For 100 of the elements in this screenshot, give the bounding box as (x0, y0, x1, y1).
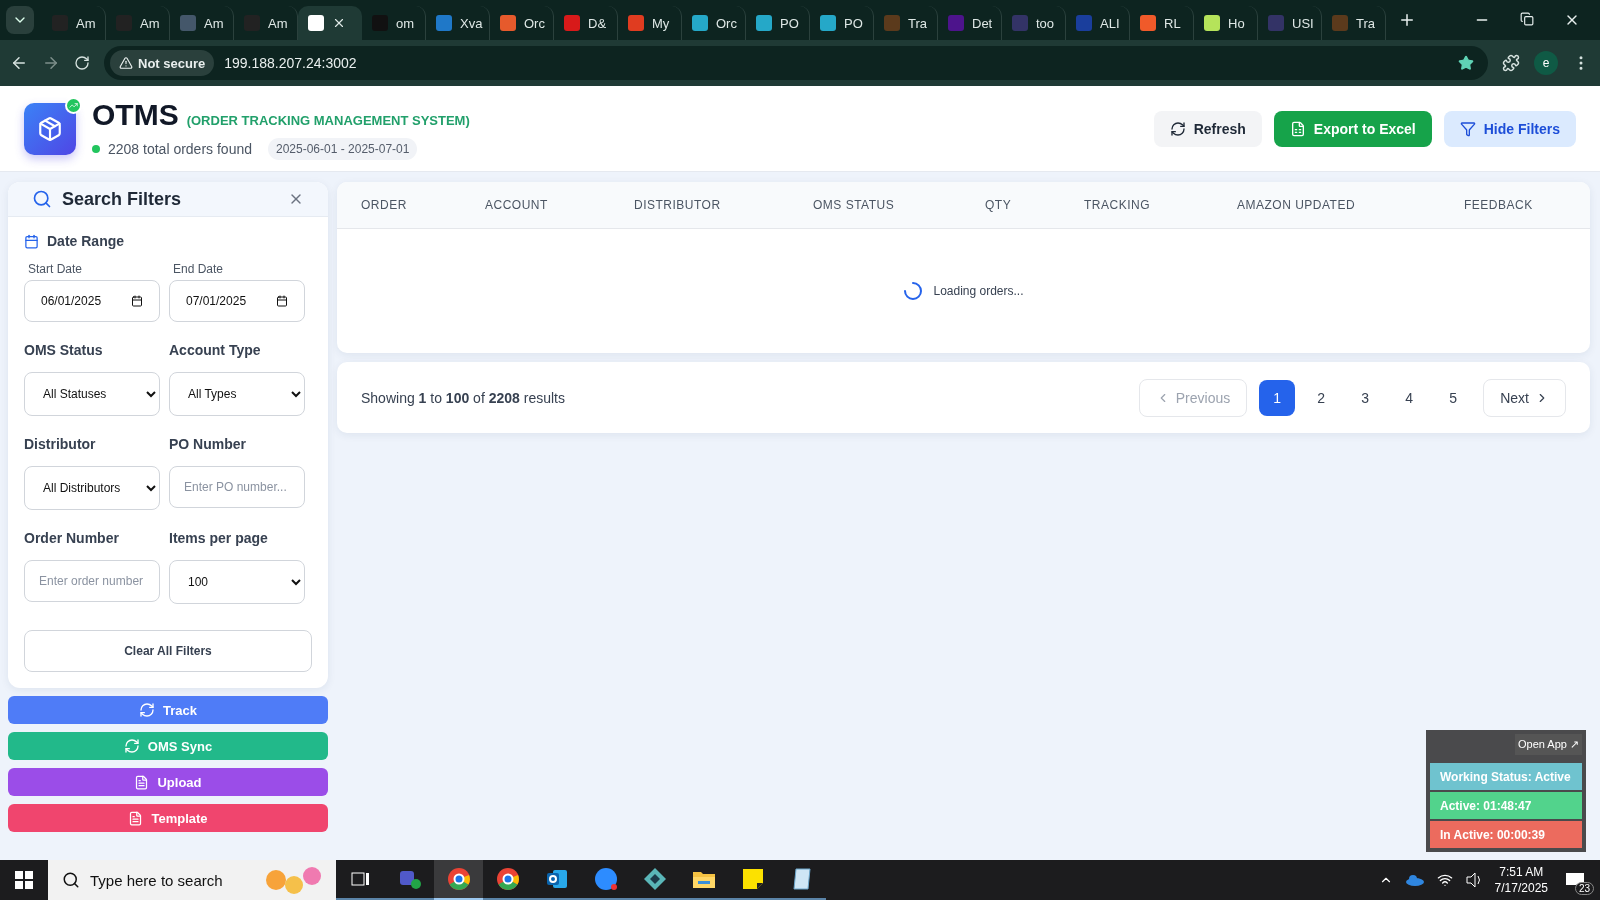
favicon-icon (820, 15, 836, 31)
next-button[interactable]: Next (1483, 378, 1566, 417)
new-tab-icon[interactable] (1398, 11, 1416, 29)
notification-count: 23 (1574, 882, 1594, 895)
column-header: OMS STATUS (813, 198, 896, 212)
column-header: TRACKING (1084, 198, 1151, 212)
profile-avatar[interactable]: e (1534, 51, 1558, 75)
header-button[interactable]: Hide Filters (1443, 110, 1576, 147)
favicon-icon (1268, 15, 1284, 31)
field-label: PO Number (169, 436, 247, 452)
select-field[interactable]: All Statuses (24, 372, 160, 416)
action-button[interactable]: Track (8, 696, 328, 724)
zoom-icon[interactable] (593, 867, 618, 891)
status-row: In Active: 00:00:39 (1430, 821, 1582, 848)
search-icon (32, 189, 52, 209)
date-field[interactable]: 06/01/2025 (24, 280, 160, 322)
bookmark-star-icon[interactable] (1458, 55, 1474, 71)
security-chip[interactable]: Not secure (110, 50, 215, 76)
file-icon (134, 774, 150, 790)
extensions-icon[interactable] (1502, 54, 1520, 72)
favicon-icon (1204, 15, 1220, 31)
chrome-icon[interactable] (446, 867, 471, 891)
favicon-icon (1076, 15, 1092, 31)
action-button[interactable]: Upload (8, 768, 328, 796)
column-header: QTY (985, 198, 1013, 212)
back-icon[interactable] (10, 54, 28, 72)
status-row: Working Status: Active (1430, 763, 1582, 790)
select-field[interactable]: All Distributors (24, 466, 160, 510)
column-header: FEEDBACK (1464, 198, 1534, 212)
taskbar-search-field[interactable]: Type here to search (48, 860, 336, 900)
volume-icon[interactable] (1464, 872, 1483, 888)
outlook-icon[interactable] (544, 867, 569, 891)
field-label: OMS Status (24, 342, 104, 358)
favicon-icon (692, 15, 708, 31)
favicon-icon (1332, 15, 1348, 31)
browser-tab[interactable] (298, 6, 362, 40)
spreadsheet-icon (1289, 120, 1306, 137)
sticky-note-icon[interactable] (740, 867, 765, 891)
date-range-badge: 2025-06-01 - 2025-07-01 (268, 137, 418, 160)
reload-icon[interactable] (74, 55, 90, 71)
refresh-icon (1169, 120, 1186, 137)
favicon-icon (628, 15, 644, 31)
windows-logo-icon (15, 871, 33, 889)
calendar-icon[interactable] (276, 295, 288, 307)
section-label: Date Range (47, 233, 125, 249)
favicon-icon (500, 15, 516, 31)
app-title: OTMS (92, 97, 179, 132)
action-button[interactable]: Template (8, 804, 328, 832)
calendar-icon[interactable] (131, 295, 143, 307)
forward-icon[interactable] (42, 54, 60, 72)
clear-filters-button[interactable]: Clear All Filters (24, 630, 312, 672)
page-button[interactable]: 1 (1259, 379, 1296, 416)
status-row: Active: 01:48:47 (1430, 792, 1582, 819)
field-label: Distributor (24, 436, 97, 452)
favicon-icon (1012, 15, 1028, 31)
input-field[interactable]: Enter order number (24, 560, 160, 602)
sync-icon (139, 702, 155, 718)
select-field[interactable]: 100 (169, 560, 305, 604)
filter-icon (1459, 120, 1476, 137)
taskbar-clock[interactable]: 7:51 AM 7/17/2025 (1494, 865, 1548, 895)
diamond-icon[interactable] (642, 867, 667, 891)
loading-text: Loading orders... (933, 284, 1024, 298)
taskbar-app-button[interactable] (434, 860, 483, 900)
results-summary: Showing 1 to 100 of 2208 results (361, 389, 566, 406)
column-header: AMAZON UPDATED (1237, 198, 1357, 212)
tab-list-button[interactable] (6, 6, 34, 34)
select-field[interactable]: All Types (169, 372, 305, 416)
field-label: Account Type (169, 342, 262, 358)
field-label: Start Date (28, 262, 84, 276)
date-field[interactable]: 07/01/2025 (169, 280, 305, 322)
favicon-icon (436, 15, 452, 31)
field-label: Items per page (169, 530, 269, 546)
favicon-icon (884, 15, 900, 31)
close-icon[interactable] (332, 16, 346, 30)
restore-icon[interactable] (1520, 12, 1534, 26)
chrome-icon[interactable] (495, 867, 520, 891)
column-header: ORDER (361, 198, 408, 212)
cloud-icon[interactable] (1404, 874, 1425, 886)
favicon-icon (308, 15, 324, 31)
network-icon[interactable] (1436, 872, 1453, 888)
field-label: Order Number (24, 530, 120, 546)
favicon-icon (1140, 15, 1156, 31)
search-placeholder: Type here to search (90, 871, 224, 889)
warning-icon (119, 56, 133, 70)
file-icon (128, 810, 144, 826)
app-subtitle: (ORDER TRACKING MANAGEMENT SYSTEM) (186, 112, 470, 128)
open-app-link[interactable]: Open App ↗ (1515, 734, 1582, 755)
field-label: End Date (173, 262, 225, 276)
spinner-icon (903, 281, 924, 301)
calendar-icon (24, 233, 39, 249)
column-header: ACCOUNT (485, 198, 549, 212)
header-button[interactable]: Refresh (1153, 110, 1262, 147)
address-text[interactable]: 199.188.207.24:3002 (224, 55, 357, 71)
order-count: 2208 total orders found (92, 140, 252, 157)
search-icon (62, 871, 80, 889)
favicon-icon (564, 15, 580, 31)
sync-icon (123, 738, 140, 754)
task-view-icon[interactable] (350, 870, 371, 888)
input-field[interactable]: Enter PO number... (169, 466, 305, 508)
favicon-icon (948, 15, 964, 31)
